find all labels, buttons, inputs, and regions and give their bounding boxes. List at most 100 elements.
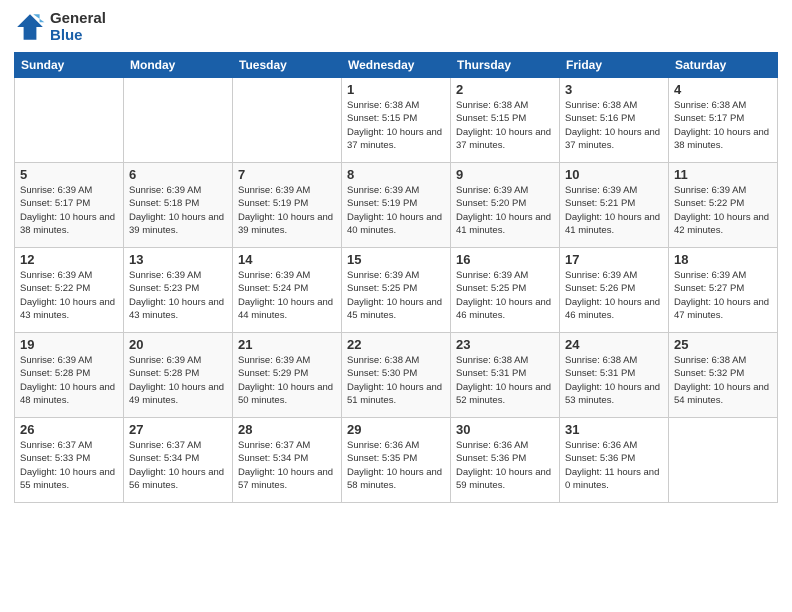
calendar-cell: 26 Sunrise: 6:37 AM Sunset: 5:33 PM Dayli… — [15, 418, 124, 503]
day-number: 30 — [456, 422, 554, 437]
calendar-cell: 27Sunrise: 6:37 AM Sunset: 5:34 PM Dayli… — [124, 418, 233, 503]
day-number: 21 — [238, 337, 336, 352]
calendar-cell: 5 Sunrise: 6:39 AM Sunset: 5:17 PM Daylig… — [15, 163, 124, 248]
day-info: Sunrise: 6:39 AM Sunset: 5:20 PM Dayligh… — [456, 184, 554, 237]
day-info: Sunrise: 6:39 AM Sunset: 5:21 PM Dayligh… — [565, 184, 663, 237]
day-number: 16 — [456, 252, 554, 267]
calendar-cell: 28Sunrise: 6:37 AM Sunset: 5:34 PM Dayli… — [233, 418, 342, 503]
day-info: Sunrise: 6:36 AM Sunset: 5:35 PM Dayligh… — [347, 439, 445, 492]
day-number: 31 — [565, 422, 663, 437]
calendar-cell — [233, 78, 342, 163]
calendar-cell: 1 Sunrise: 6:38 AM Sunset: 5:15 PM Daylig… — [342, 78, 451, 163]
day-number: 8 — [347, 167, 445, 182]
day-info: Sunrise: 6:38 AM Sunset: 5:31 PM Dayligh… — [456, 354, 554, 407]
calendar-cell: 31 Sunrise: 6:36 AM Sunset: 5:36 PM Dayli… — [560, 418, 669, 503]
day-info: Sunrise: 6:39 AM Sunset: 5:26 PM Dayligh… — [565, 269, 663, 322]
day-number: 5 — [20, 167, 118, 182]
day-number: 2 — [456, 82, 554, 97]
day-info: Sunrise: 6:39 AM Sunset: 5:22 PM Dayligh… — [674, 184, 772, 237]
day-info: Sunrise: 6:39 AM Sunset: 5:17 PM Dayligh… — [20, 184, 118, 237]
day-info: Sunrise: 6:38 AM Sunset: 5:30 PM Dayligh… — [347, 354, 445, 407]
day-number: 27 — [129, 422, 227, 437]
calendar-cell: 14Sunrise: 6:39 AM Sunset: 5:24 PM Dayli… — [233, 248, 342, 333]
calendar-cell: 15 Sunrise: 6:39 AM Sunset: 5:25 PM Dayli… — [342, 248, 451, 333]
page: General Blue SundayMondayTuesdayWednesda… — [0, 0, 792, 612]
day-info: Sunrise: 6:39 AM Sunset: 5:23 PM Dayligh… — [129, 269, 227, 322]
day-number: 17 — [565, 252, 663, 267]
calendar-cell — [15, 78, 124, 163]
day-info: Sunrise: 6:39 AM Sunset: 5:25 PM Dayligh… — [347, 269, 445, 322]
day-info: Sunrise: 6:36 AM Sunset: 5:36 PM Dayligh… — [565, 439, 663, 492]
calendar-week-row: 12 Sunrise: 6:39 AM Sunset: 5:22 PM Dayli… — [15, 248, 778, 333]
day-info: Sunrise: 6:37 AM Sunset: 5:34 PM Dayligh… — [238, 439, 336, 492]
calendar-cell: 29 Sunrise: 6:36 AM Sunset: 5:35 PM Dayli… — [342, 418, 451, 503]
calendar-week-row: 26 Sunrise: 6:37 AM Sunset: 5:33 PM Dayli… — [15, 418, 778, 503]
day-info: Sunrise: 6:36 AM Sunset: 5:36 PM Dayligh… — [456, 439, 554, 492]
day-number: 29 — [347, 422, 445, 437]
weekday-header: Monday — [124, 53, 233, 78]
day-number: 24 — [565, 337, 663, 352]
calendar-header-row: SundayMondayTuesdayWednesdayThursdayFrid… — [15, 53, 778, 78]
day-number: 26 — [20, 422, 118, 437]
day-number: 12 — [20, 252, 118, 267]
calendar-cell: 9 Sunrise: 6:39 AM Sunset: 5:20 PM Daylig… — [451, 163, 560, 248]
weekday-header: Thursday — [451, 53, 560, 78]
day-number: 23 — [456, 337, 554, 352]
calendar-cell: 30 Sunrise: 6:36 AM Sunset: 5:36 PM Dayli… — [451, 418, 560, 503]
day-info: Sunrise: 6:37 AM Sunset: 5:33 PM Dayligh… — [20, 439, 118, 492]
calendar-cell: 6 Sunrise: 6:39 AM Sunset: 5:18 PM Daylig… — [124, 163, 233, 248]
day-number: 22 — [347, 337, 445, 352]
day-number: 11 — [674, 167, 772, 182]
header: General Blue — [14, 10, 778, 44]
calendar-cell: 7Sunrise: 6:39 AM Sunset: 5:19 PM Daylig… — [233, 163, 342, 248]
calendar-cell: 22 Sunrise: 6:38 AM Sunset: 5:30 PM Dayli… — [342, 333, 451, 418]
day-info: Sunrise: 6:39 AM Sunset: 5:28 PM Dayligh… — [129, 354, 227, 407]
day-info: Sunrise: 6:38 AM Sunset: 5:16 PM Dayligh… — [565, 99, 663, 152]
day-info: Sunrise: 6:39 AM Sunset: 5:28 PM Dayligh… — [20, 354, 118, 407]
calendar-cell — [669, 418, 778, 503]
weekday-header: Sunday — [15, 53, 124, 78]
day-info: Sunrise: 6:38 AM Sunset: 5:15 PM Dayligh… — [347, 99, 445, 152]
day-number: 15 — [347, 252, 445, 267]
calendar-cell: 21Sunrise: 6:39 AM Sunset: 5:29 PM Dayli… — [233, 333, 342, 418]
calendar-cell: 4 Sunrise: 6:38 AM Sunset: 5:17 PM Daylig… — [669, 78, 778, 163]
calendar-cell: 8Sunrise: 6:39 AM Sunset: 5:19 PM Daylig… — [342, 163, 451, 248]
calendar-cell: 23 Sunrise: 6:38 AM Sunset: 5:31 PM Dayli… — [451, 333, 560, 418]
weekday-header: Friday — [560, 53, 669, 78]
calendar-cell: 13 Sunrise: 6:39 AM Sunset: 5:23 PM Dayli… — [124, 248, 233, 333]
day-info: Sunrise: 6:39 AM Sunset: 5:25 PM Dayligh… — [456, 269, 554, 322]
day-info: Sunrise: 6:38 AM Sunset: 5:15 PM Dayligh… — [456, 99, 554, 152]
day-info: Sunrise: 6:38 AM Sunset: 5:32 PM Dayligh… — [674, 354, 772, 407]
logo: General Blue — [14, 10, 106, 44]
calendar-week-row: 5 Sunrise: 6:39 AM Sunset: 5:17 PM Daylig… — [15, 163, 778, 248]
calendar-table: SundayMondayTuesdayWednesdayThursdayFrid… — [14, 52, 778, 503]
day-number: 6 — [129, 167, 227, 182]
weekday-header: Saturday — [669, 53, 778, 78]
calendar-cell: 11 Sunrise: 6:39 AM Sunset: 5:22 PM Dayli… — [669, 163, 778, 248]
weekday-header: Tuesday — [233, 53, 342, 78]
day-number: 3 — [565, 82, 663, 97]
calendar-cell: 10 Sunrise: 6:39 AM Sunset: 5:21 PM Dayli… — [560, 163, 669, 248]
weekday-header: Wednesday — [342, 53, 451, 78]
calendar-cell: 16 Sunrise: 6:39 AM Sunset: 5:25 PM Dayli… — [451, 248, 560, 333]
day-number: 14 — [238, 252, 336, 267]
calendar-cell: 17 Sunrise: 6:39 AM Sunset: 5:26 PM Dayli… — [560, 248, 669, 333]
calendar-week-row: 1 Sunrise: 6:38 AM Sunset: 5:15 PM Daylig… — [15, 78, 778, 163]
calendar-cell — [124, 78, 233, 163]
day-info: Sunrise: 6:38 AM Sunset: 5:17 PM Dayligh… — [674, 99, 772, 152]
day-number: 1 — [347, 82, 445, 97]
day-info: Sunrise: 6:38 AM Sunset: 5:31 PM Dayligh… — [565, 354, 663, 407]
calendar-cell: 2 Sunrise: 6:38 AM Sunset: 5:15 PM Daylig… — [451, 78, 560, 163]
calendar-week-row: 19Sunrise: 6:39 AM Sunset: 5:28 PM Dayli… — [15, 333, 778, 418]
day-info: Sunrise: 6:39 AM Sunset: 5:22 PM Dayligh… — [20, 269, 118, 322]
logo-text: General Blue — [50, 10, 106, 44]
day-number: 4 — [674, 82, 772, 97]
day-number: 18 — [674, 252, 772, 267]
logo-icon — [14, 11, 46, 43]
day-info: Sunrise: 6:39 AM Sunset: 5:19 PM Dayligh… — [238, 184, 336, 237]
day-number: 9 — [456, 167, 554, 182]
day-number: 10 — [565, 167, 663, 182]
day-info: Sunrise: 6:39 AM Sunset: 5:18 PM Dayligh… — [129, 184, 227, 237]
calendar-cell: 19Sunrise: 6:39 AM Sunset: 5:28 PM Dayli… — [15, 333, 124, 418]
day-number: 13 — [129, 252, 227, 267]
